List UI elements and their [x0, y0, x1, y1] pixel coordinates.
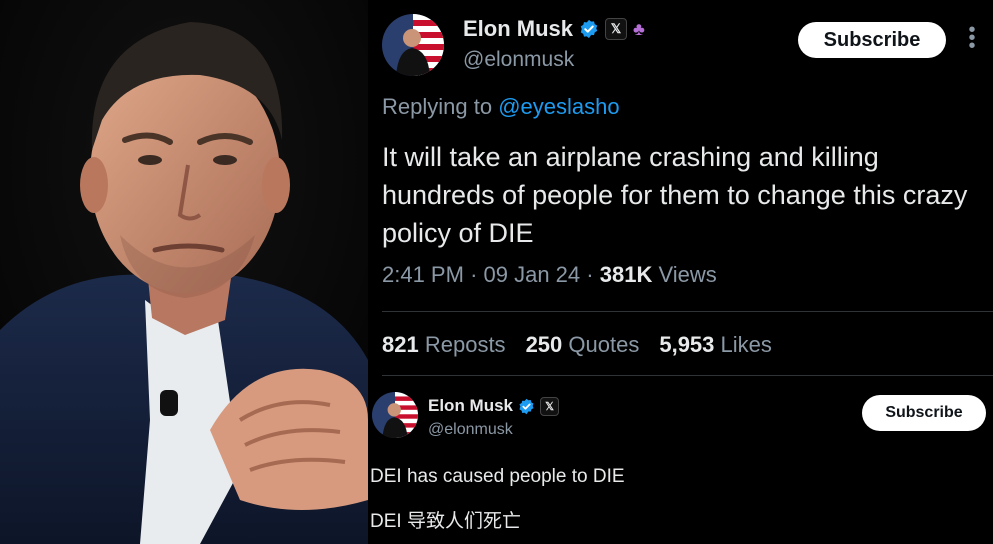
likes-count: 5,953: [659, 332, 715, 357]
tweet-date[interactable]: 09 Jan 24: [484, 262, 581, 287]
reply-context: Replying to @eyeslasho: [382, 94, 620, 120]
second-post-translation: DEI 导致人们死亡: [370, 511, 521, 532]
tweet-text: It will take an airplane crashing and ki…: [382, 142, 968, 248]
divider: [382, 311, 993, 312]
author-handle[interactable]: @elonmusk: [463, 48, 574, 72]
affiliation-badge-icon: ♣: [633, 18, 645, 39]
reposts-count: 821: [382, 332, 419, 357]
likes-stat[interactable]: 5,953 Likes: [659, 332, 772, 358]
views-label: Views: [658, 262, 717, 287]
author-name[interactable]: Elon Musk: [463, 16, 573, 42]
reposts-stat[interactable]: 821 Reposts: [382, 332, 506, 358]
avatar-image: [372, 392, 418, 438]
quotes-count: 250: [525, 332, 563, 357]
subscribe-button[interactable]: Subscribe: [798, 22, 946, 58]
reply-prefix: Replying to: [382, 94, 493, 119]
photo-panel: [0, 0, 368, 544]
reply-mention-link[interactable]: @eyeslasho: [498, 94, 619, 119]
second-author-name[interactable]: Elon Musk: [428, 396, 513, 416]
second-subscribe-button[interactable]: Subscribe: [862, 395, 986, 431]
divider: [382, 375, 993, 376]
reposts-label: Reposts: [424, 332, 506, 357]
verified-check-icon: [580, 19, 598, 39]
x-logo-icon: 𝕏: [540, 396, 560, 416]
tweet-meta: 2:41 PM · 09 Jan 24 · 381K Views: [382, 262, 717, 288]
author-avatar[interactable]: [382, 14, 444, 76]
quotes-stat[interactable]: 250 Quotes: [526, 332, 640, 358]
tweet-time[interactable]: 2:41 PM: [382, 262, 464, 287]
avatar-image: [382, 14, 444, 76]
views-count: 381K: [599, 262, 653, 287]
x-logo-icon: 𝕏: [605, 18, 628, 40]
author-name-row: Elon Musk 𝕏 ♣: [463, 16, 645, 42]
meta-separator: ·: [470, 262, 478, 287]
quotes-label: Quotes: [568, 332, 640, 357]
second-post-text: DEI has caused people to DIE: [370, 466, 625, 487]
second-author-avatar[interactable]: [372, 392, 418, 438]
tweet-panel: Elon Musk 𝕏 ♣ @elonmusk Subscribe • • • Re…: [368, 0, 993, 544]
second-author-name-row: Elon Musk 𝕏: [428, 396, 560, 416]
verified-check-icon: [519, 398, 534, 414]
likes-label: Likes: [720, 332, 772, 357]
portrait-photo: [0, 0, 368, 544]
meta-separator: ·: [586, 262, 594, 287]
second-author-handle[interactable]: @elonmusk: [428, 421, 513, 439]
more-options-icon[interactable]: • • •: [966, 20, 978, 56]
engagement-stats: 821 Reposts 250 Quotes 5,953 Likes: [382, 332, 772, 358]
